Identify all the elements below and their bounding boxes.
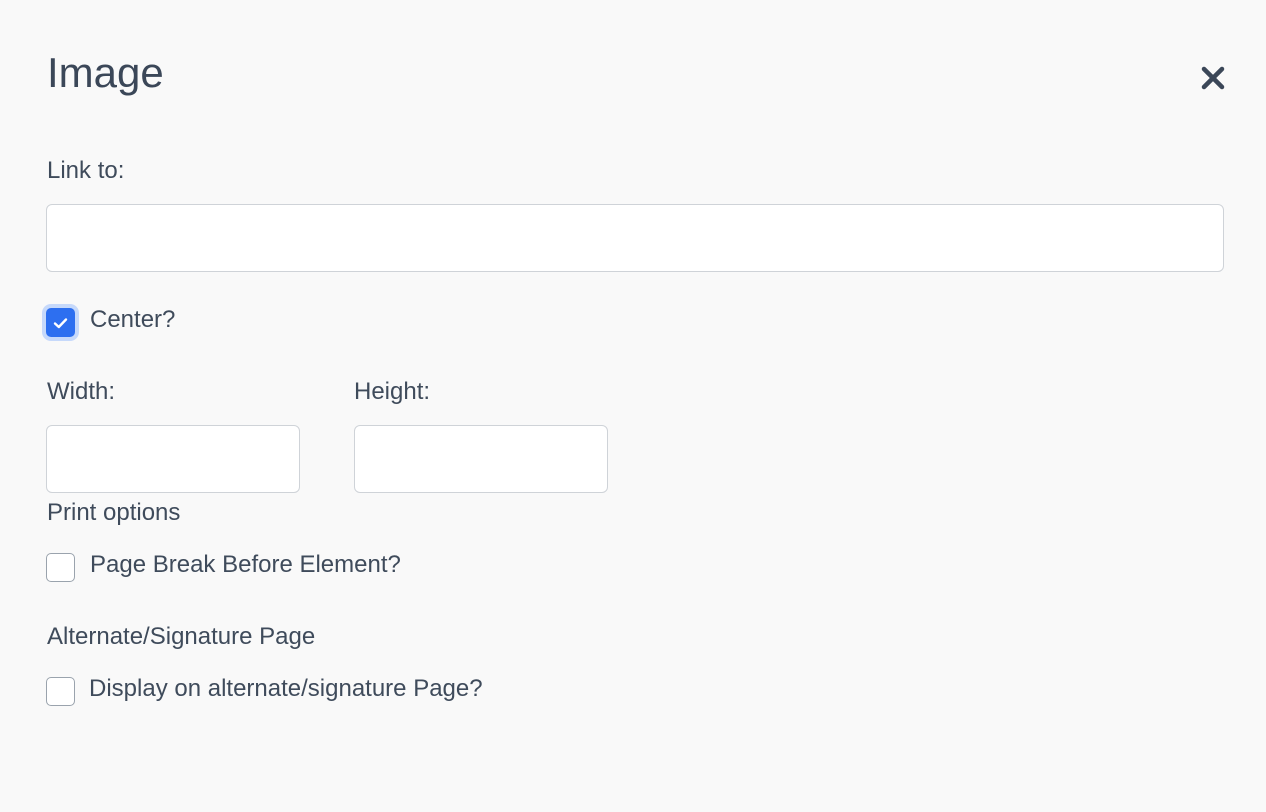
link-to-input[interactable] (46, 204, 1224, 272)
height-label: Height: (354, 378, 431, 405)
center-checkbox[interactable] (46, 308, 75, 337)
print-options-heading: Print options (47, 499, 181, 526)
alternate-page-checkbox[interactable] (46, 677, 75, 706)
dialog-title: Image (47, 49, 164, 96)
close-button[interactable] (1198, 63, 1230, 95)
width-input[interactable] (46, 425, 300, 493)
link-to-label: Link to: (47, 157, 125, 184)
page-break-label: Page Break Before Element? (90, 551, 401, 578)
width-label: Width: (47, 378, 116, 405)
checkmark-icon (53, 317, 68, 328)
center-label: Center? (90, 306, 176, 333)
alternate-page-label: Display on alternate/signature Page? (89, 675, 483, 702)
height-input[interactable] (354, 425, 608, 493)
alternate-page-heading: Alternate/Signature Page (47, 623, 316, 650)
page-break-checkbox[interactable] (46, 553, 75, 582)
image-dialog: Image Link to: Center? Width: Height: Pr… (0, 0, 1266, 812)
close-icon (1201, 66, 1225, 90)
